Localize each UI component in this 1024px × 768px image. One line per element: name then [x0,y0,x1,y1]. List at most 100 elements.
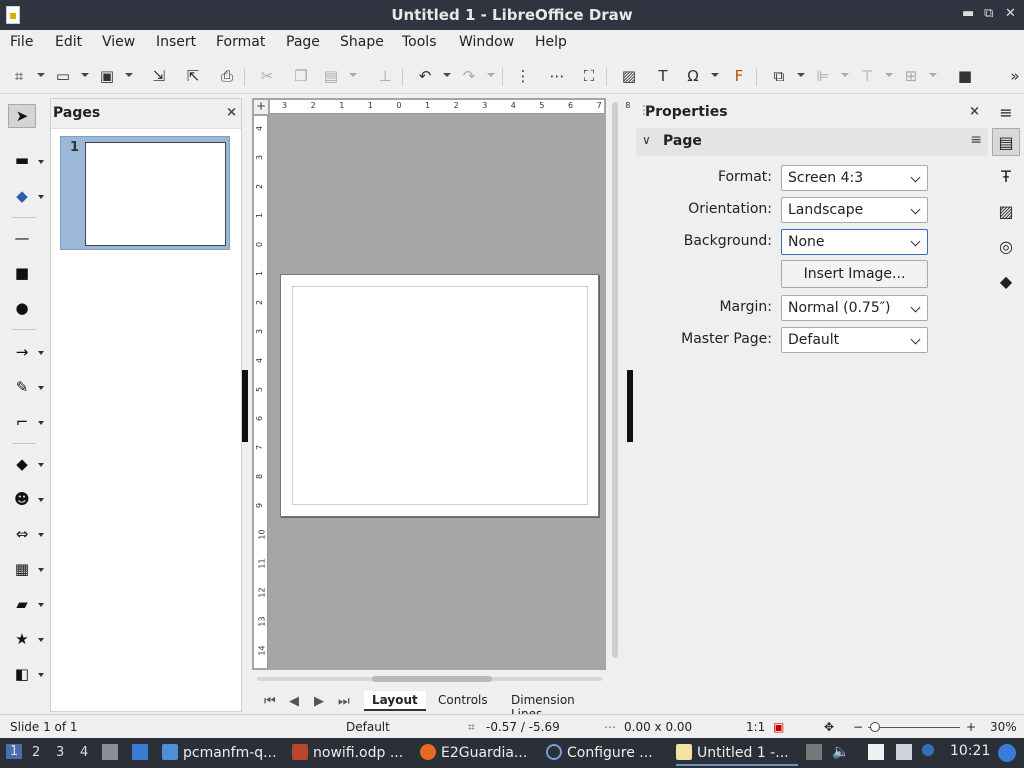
horizontal-scrollbar[interactable] [252,670,606,688]
callouts-dropdown[interactable] [38,603,44,607]
undo-icon[interactable]: ↶ [414,65,436,87]
save-dropdown[interactable] [125,73,133,77]
collapse-sidebar-handle[interactable] [627,370,633,442]
first-tab-icon[interactable]: ⏮ [264,694,276,709]
clock[interactable]: 10:21 [950,743,990,759]
scale-factor[interactable]: 1:1 [746,720,765,734]
task-untitled[interactable]: Untitled 1 -... [676,742,798,766]
close-pages-panel-button[interactable]: × [226,105,237,120]
vertical-scrollbar-thumb[interactable] [612,102,618,658]
export-pdf-icon[interactable]: ⇱ [182,65,204,87]
new-dropdown[interactable] [37,73,45,77]
clipboard-icon[interactable] [868,744,884,760]
zoom-out-button[interactable]: − [853,720,863,734]
select-tool-icon[interactable]: ➤ [8,104,36,128]
network-icon[interactable] [896,744,912,760]
line-tool-icon[interactable]: — [8,226,36,250]
sidebar-menu-icon[interactable]: ≡ [992,98,1020,126]
align-dropdown[interactable] [841,73,849,77]
eject-icon[interactable] [806,744,822,760]
clone-formatting-icon[interactable]: ⊥ [374,65,396,87]
shapes-deck-icon[interactable]: ◆ [992,267,1020,295]
vertical-ruler[interactable]: 4 3 2 1 0 1 2 3 4 5 6 7 8 9 10 11 12 13 14 [254,116,268,668]
file-manager-launcher-icon[interactable] [102,744,118,760]
paste-icon[interactable]: ▤ [320,65,342,87]
line-color-icon[interactable]: ▬ [8,148,36,172]
task-nowifi[interactable]: nowifi.odp ... [292,742,410,766]
tab-layout[interactable]: Layout [364,691,426,711]
chevron-down-icon[interactable]: ∨ [642,133,651,147]
ruler-origin-icon[interactable]: + [254,100,268,114]
close-window-button[interactable]: ✕ [1005,5,1016,23]
background-select[interactable]: None [781,229,928,255]
vertical-scrollbar[interactable] [608,98,624,670]
master-page-select[interactable]: Default [781,327,928,353]
line-color-dropdown[interactable] [38,160,44,164]
stars-icon[interactable]: ★ [8,627,36,651]
collapse-left-panel-handle[interactable] [242,370,248,442]
fill-color-icon[interactable]: ◆ [8,184,36,208]
previous-tab-icon[interactable]: ◀ [289,694,299,709]
horizontal-ruler[interactable]: 3 2 1 1 0 1 2 3 4 5 6 7 8 [270,100,630,114]
transformations-dropdown[interactable] [797,73,805,77]
zoom-slider-handle[interactable] [870,722,880,732]
format-select[interactable]: Screen 4:3 [781,165,928,191]
flowchart-icon[interactable]: ▦ [8,557,36,581]
print-icon[interactable]: ⎙ [216,65,238,87]
menu-tools[interactable]: Tools [402,34,437,50]
menu-shape[interactable]: Shape [340,34,384,50]
arrange-dropdown[interactable] [885,73,893,77]
align-icon[interactable]: ⊫ [812,65,834,87]
symbol-shapes-icon[interactable]: ☻ [8,487,36,511]
document-modified-icon[interactable]: ▣ [773,720,784,734]
cut-icon[interactable]: ✂ [256,65,278,87]
ellipse-tool-icon[interactable]: ● [8,296,36,320]
toolbar-overflow-icon[interactable]: » [1004,65,1024,87]
stars-dropdown[interactable] [38,638,44,642]
menu-file[interactable]: File [10,34,33,50]
properties-deck-icon[interactable]: ▤ [992,128,1020,156]
system-menu-icon[interactable] [998,744,1016,762]
horizontal-scrollbar-thumb[interactable] [372,676,492,682]
navigator-deck-icon[interactable]: ◎ [992,232,1020,260]
orientation-select[interactable]: Landscape [781,197,928,223]
workspace-1[interactable]: 1 [6,744,23,759]
rectangle-tool-icon[interactable]: ■ [8,261,36,285]
menu-insert[interactable]: Insert [156,34,196,50]
3d-objects-icon[interactable]: ◧ [8,662,36,686]
menu-window[interactable]: Window [459,34,514,50]
copy-icon[interactable]: ❐ [290,65,312,87]
export-icon[interactable]: ⇲ [148,65,170,87]
menu-edit[interactable]: Edit [55,34,82,50]
workspace-2[interactable]: 2 [32,745,40,760]
block-arrows-icon[interactable]: ⇔ [8,522,36,546]
arrange-icon[interactable]: ⊤ [856,65,878,87]
open-folder-icon[interactable]: ▭ [52,65,74,87]
line-arrow-dropdown[interactable] [38,351,44,355]
basic-shapes-dropdown[interactable] [38,463,44,467]
volume-icon[interactable]: 🔈 [832,744,849,760]
next-tab-icon[interactable]: ▶ [314,694,324,709]
task-e2guardian[interactable]: E2Guardia... [420,742,536,766]
close-properties-button[interactable]: × [969,104,980,119]
workspace-3[interactable]: 3 [56,745,64,760]
minimize-button[interactable]: ▬ [962,5,974,23]
tab-controls[interactable]: Controls [438,693,488,707]
gallery-deck-icon[interactable]: ▨ [992,197,1020,225]
curve-dropdown[interactable] [38,386,44,390]
flowchart-dropdown[interactable] [38,568,44,572]
paste-dropdown[interactable] [349,73,357,77]
fit-slide-icon[interactable]: ✥ [824,720,834,734]
block-arrows-dropdown[interactable] [38,533,44,537]
transformations-icon[interactable]: ⧉ [768,65,790,87]
zoom-level[interactable]: 30% [990,720,1017,734]
margin-select[interactable]: Normal (0.75″) [781,295,928,321]
new-document-icon[interactable]: ⌗ [8,65,30,87]
zoom-in-button[interactable]: + [966,720,976,734]
desktop-launcher-icon[interactable] [132,744,148,760]
3d-objects-dropdown[interactable] [38,673,44,677]
shadow-icon[interactable]: ■ [954,65,976,87]
slide-page[interactable] [280,274,599,517]
callouts-icon[interactable]: ▰ [8,592,36,616]
insert-image-button[interactable]: Insert Image... [781,260,928,288]
